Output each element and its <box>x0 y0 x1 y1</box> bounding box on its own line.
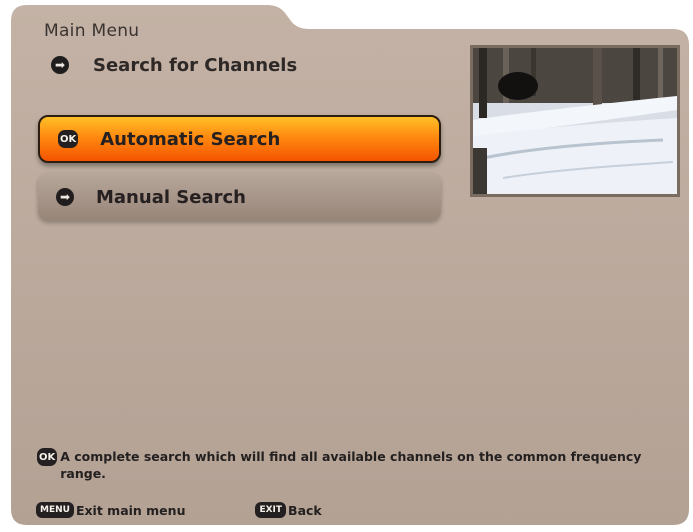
ok-key-icon: OK <box>58 130 79 148</box>
help-text: OK A complete search which will find all… <box>37 448 657 482</box>
arrow-right-icon: ➡ <box>51 56 69 74</box>
exit-key-icon: EXIT <box>255 502 287 518</box>
footer-back: Back <box>288 502 322 518</box>
section-title: Search for Channels <box>93 54 298 76</box>
help-description: A complete search which will find all av… <box>60 449 642 481</box>
ok-key-icon: OK <box>37 448 58 466</box>
video-preview-image <box>473 48 677 194</box>
menu-panel: Main Menu ➡ Search for Channels OK Autom… <box>11 5 689 525</box>
menu-key-icon: MENU <box>36 502 74 518</box>
menu-item-manual-search[interactable]: ➡ Manual Search <box>38 173 441 221</box>
footer-exit-main-menu: Exit main menu <box>75 502 186 518</box>
arrow-right-icon: ➡ <box>56 188 74 206</box>
tv-preview-window <box>470 45 680 197</box>
section-heading: ➡ Search for Channels <box>51 52 297 78</box>
menu-item-label: Manual Search <box>96 186 246 208</box>
footer-legend: MENU Exit main menu EXIT Back <box>36 502 322 518</box>
menu-item-label: Automatic Search <box>100 128 281 150</box>
breadcrumb: Main Menu <box>44 21 140 41</box>
menu-item-automatic-search[interactable]: OK Automatic Search <box>38 115 441 163</box>
